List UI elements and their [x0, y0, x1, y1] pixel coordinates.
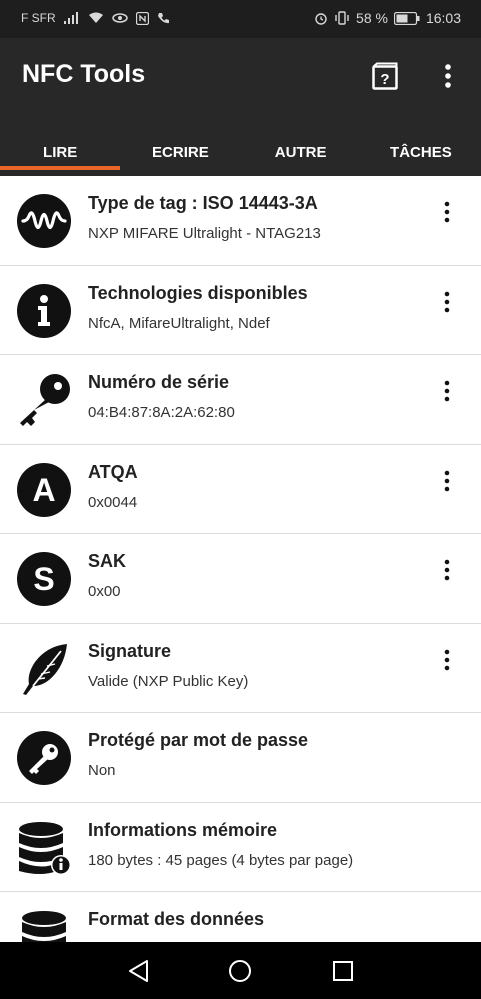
item-title: Type de tag : ISO 14443-3A [88, 193, 318, 213]
item-title: Informations mémoire [88, 819, 278, 840]
carrier-label: F SFR [21, 11, 56, 25]
list-item-serial-number[interactable]: Numéro de série 04:B4:87:8A:2A:62:80 [0, 355, 481, 445]
item-menu-icon[interactable] [437, 200, 457, 224]
waveform-icon [17, 194, 71, 248]
list-item-sak[interactable]: S SAK 0x00 [0, 534, 481, 624]
item-title: Signature [88, 640, 172, 661]
help-book-icon[interactable]: ? [372, 62, 398, 90]
tab-autre[interactable]: AUTRE [241, 128, 361, 176]
item-value: Non [88, 762, 116, 779]
item-value: 180 bytes : 45 pages (4 bytes par page) [88, 851, 354, 869]
item-value: NfcA, MifareUltralight, Ndef [88, 314, 270, 332]
eye-icon [111, 13, 128, 23]
app-title: NFC Tools [22, 60, 146, 88]
item-title: ATQA [88, 461, 138, 482]
feather-icon [23, 643, 67, 695]
phone-icon [157, 12, 169, 23]
status-left: F SFR [21, 11, 170, 25]
overflow-menu-icon[interactable] [438, 62, 458, 90]
list-item-password-protected[interactable]: Protégé par mot de passe Non [0, 713, 481, 803]
tab-lire[interactable]: LIRE [0, 128, 121, 176]
list-item-tag-type[interactable]: Type de tag : ISO 14443-3A NXP MIFARE Ul… [0, 176, 481, 266]
status-bar: F SFR 58 % 16:03 [0, 0, 481, 38]
battery-icon [393, 11, 420, 25]
item-title: Technologies disponibles [88, 282, 308, 303]
item-value: 0x0044 [88, 493, 138, 511]
wifi-icon [88, 12, 103, 23]
alarm-icon [315, 13, 327, 25]
item-value: 04:B4:87:8A:2A:62:80 [88, 404, 235, 421]
list-item-data-format[interactable]: Format des données [0, 892, 481, 942]
list-item-atqa[interactable]: A ATQA 0x0044 [0, 445, 481, 534]
item-menu-icon[interactable] [437, 379, 457, 403]
home-icon[interactable] [227, 958, 253, 984]
database-icon [22, 911, 66, 942]
system-nav-bar [0, 942, 481, 999]
recent-apps-icon[interactable] [330, 958, 356, 984]
tag-info-list: Type de tag : ISO 14443-3A NXP MIFARE Ul… [0, 176, 481, 942]
list-item-technologies[interactable]: Technologies disponibles NfcA, MifareUlt… [0, 266, 481, 355]
letter-s-icon: S [17, 552, 71, 606]
item-title: Numéro de série [88, 372, 230, 392]
status-right: 58 % 16:03 [314, 10, 461, 26]
tab-bar: LIRE ECRIRE AUTRE TÂCHES [0, 128, 481, 176]
item-menu-icon[interactable] [437, 290, 457, 314]
key-icon [20, 374, 70, 426]
item-title: SAK [88, 551, 127, 571]
svg-text:?: ? [380, 71, 389, 88]
vibrate-icon [335, 11, 349, 25]
info-icon [17, 283, 71, 338]
list-item-signature[interactable]: Signature Valide (NXP Public Key) [0, 624, 481, 713]
clock: 16:03 [425, 10, 461, 26]
item-menu-icon[interactable] [437, 469, 457, 493]
item-value: Valide (NXP Public Key) [88, 672, 249, 690]
nfc-icon [135, 11, 149, 25]
item-value: NXP MIFARE Ultralight - NTAG213 [88, 225, 321, 242]
key-circle-icon [17, 731, 71, 785]
battery-percent: 58 % [356, 10, 388, 26]
svg-text:A: A [32, 472, 55, 508]
tab-ecrire[interactable]: ECRIRE [120, 128, 240, 176]
item-menu-icon[interactable] [437, 558, 457, 582]
svg-text:S: S [33, 561, 54, 597]
app-bar: NFC Tools ? LIRE ECRIRE AUTRE TÂCHES [0, 38, 481, 176]
item-title: Protégé par mot de passe [88, 730, 309, 750]
database-info-icon [19, 821, 71, 875]
tab-taches[interactable]: TÂCHES [361, 128, 481, 176]
back-icon[interactable] [126, 958, 152, 984]
letter-a-icon: A [17, 462, 71, 517]
item-menu-icon[interactable] [437, 648, 457, 672]
item-title: Format des données [88, 909, 265, 929]
signal-icon [63, 12, 78, 24]
item-value: 0x00 [88, 583, 121, 600]
list-item-memory-info[interactable]: Informations mémoire 180 bytes : 45 page… [0, 803, 481, 892]
